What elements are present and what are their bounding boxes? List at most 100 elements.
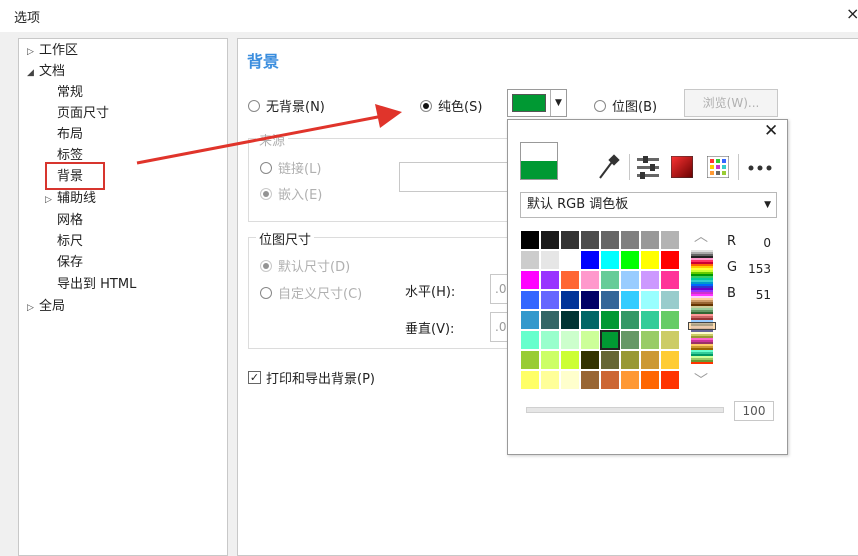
tree-item[interactable]: ▷ 全局 bbox=[27, 299, 65, 316]
color-swatch[interactable] bbox=[540, 310, 560, 330]
color-swatch[interactable] bbox=[560, 350, 580, 370]
g-value[interactable]: 153 bbox=[741, 262, 771, 276]
color-swatch[interactable] bbox=[640, 270, 660, 290]
color-swatch[interactable] bbox=[660, 250, 680, 270]
expand-arrow-icon[interactable]: ▷ bbox=[27, 44, 39, 60]
color-swatch[interactable] bbox=[620, 230, 640, 250]
color-swatch[interactable] bbox=[640, 350, 660, 370]
palette-grid-icon[interactable] bbox=[707, 156, 729, 178]
eyedropper-icon[interactable] bbox=[596, 154, 620, 180]
color-swatch[interactable] bbox=[560, 290, 580, 310]
tree-item[interactable]: 保存 bbox=[57, 255, 83, 271]
color-swatch[interactable] bbox=[600, 370, 620, 390]
color-swatch[interactable] bbox=[600, 270, 620, 290]
radio-default-size[interactable]: 默认尺寸(D) bbox=[260, 256, 350, 275]
color-swatch[interactable] bbox=[620, 350, 640, 370]
color-swatch[interactable] bbox=[540, 370, 560, 390]
color-swatch[interactable] bbox=[600, 250, 620, 270]
tree-item[interactable]: 网格 bbox=[57, 213, 83, 229]
color-swatch[interactable] bbox=[640, 310, 660, 330]
close-icon[interactable]: × bbox=[846, 4, 858, 23]
palette-select[interactable]: 默认 RGB 调色板 ▼ bbox=[520, 192, 777, 218]
color-swatch[interactable] bbox=[580, 230, 600, 250]
color-dropdown-button[interactable]: ▼ bbox=[507, 89, 567, 117]
opacity-slider[interactable] bbox=[526, 407, 724, 413]
color-swatch[interactable] bbox=[540, 230, 560, 250]
color-swatch[interactable] bbox=[540, 250, 560, 270]
color-swatch[interactable] bbox=[520, 250, 540, 270]
scroll-down-icon[interactable]: ﹀ bbox=[694, 370, 708, 390]
color-swatch[interactable] bbox=[520, 270, 540, 290]
color-swatch[interactable] bbox=[600, 350, 620, 370]
color-swatch[interactable] bbox=[620, 290, 640, 310]
color-swatch[interactable] bbox=[560, 310, 580, 330]
color-swatch[interactable] bbox=[620, 330, 640, 350]
radio-embed[interactable]: 嵌入(E) bbox=[260, 184, 322, 203]
color-swatch[interactable] bbox=[600, 310, 620, 330]
tree-item[interactable]: ▷ 辅助线 bbox=[45, 191, 96, 208]
hue-spectrum-slider[interactable] bbox=[688, 248, 716, 364]
tree-item[interactable]: ◢ 文档 bbox=[27, 64, 65, 81]
tree-item[interactable]: 页面尺寸 bbox=[57, 106, 109, 122]
color-swatch[interactable] bbox=[660, 270, 680, 290]
source-path-field[interactable] bbox=[399, 162, 509, 192]
color-swatch[interactable] bbox=[660, 330, 680, 350]
expand-arrow-icon[interactable]: ▷ bbox=[27, 300, 39, 316]
color-swatch[interactable] bbox=[620, 270, 640, 290]
color-swatch[interactable] bbox=[520, 350, 540, 370]
color-swatch[interactable] bbox=[520, 370, 540, 390]
color-swatch[interactable] bbox=[520, 230, 540, 250]
tree-item[interactable]: 常规 bbox=[57, 85, 83, 101]
color-swatch[interactable] bbox=[620, 310, 640, 330]
color-swatch[interactable] bbox=[640, 370, 660, 390]
spectrum-thumb[interactable] bbox=[688, 322, 716, 330]
color-swatch[interactable] bbox=[560, 330, 580, 350]
color-swatch[interactable] bbox=[580, 290, 600, 310]
color-swatch[interactable] bbox=[540, 330, 560, 350]
color-swatch[interactable] bbox=[620, 250, 640, 270]
color-swatch[interactable] bbox=[640, 330, 660, 350]
expand-arrow-icon[interactable]: ◢ bbox=[27, 65, 39, 81]
radio-link[interactable]: 链接(L) bbox=[260, 158, 321, 177]
r-value[interactable]: 0 bbox=[741, 236, 771, 250]
color-swatch[interactable] bbox=[640, 290, 660, 310]
b-value[interactable]: 51 bbox=[741, 288, 771, 302]
tree-item[interactable]: ▷ 工作区 bbox=[27, 43, 78, 60]
color-swatch[interactable] bbox=[540, 290, 560, 310]
scroll-up-icon[interactable]: ︿ bbox=[694, 226, 708, 246]
more-icon[interactable] bbox=[748, 164, 772, 172]
color-swatch[interactable] bbox=[640, 250, 660, 270]
color-swatch[interactable] bbox=[660, 230, 680, 250]
color-swatch[interactable] bbox=[580, 270, 600, 290]
tree-item[interactable]: 布局 bbox=[57, 127, 83, 143]
color-swatch[interactable] bbox=[600, 290, 620, 310]
color-model-icon[interactable] bbox=[671, 156, 693, 178]
color-swatch[interactable] bbox=[580, 250, 600, 270]
opacity-value[interactable]: 100 bbox=[734, 401, 774, 421]
color-swatch[interactable] bbox=[560, 370, 580, 390]
color-swatch[interactable] bbox=[640, 230, 660, 250]
color-swatch[interactable] bbox=[580, 370, 600, 390]
tree-item[interactable]: 导出到 HTML bbox=[57, 277, 136, 293]
color-swatch[interactable] bbox=[540, 350, 560, 370]
radio-bitmap[interactable]: 位图(B) bbox=[594, 96, 657, 115]
color-swatch[interactable] bbox=[660, 350, 680, 370]
color-swatch[interactable] bbox=[520, 290, 540, 310]
color-swatch[interactable] bbox=[660, 370, 680, 390]
radio-no-background[interactable]: 无背景(N) bbox=[248, 96, 325, 115]
color-swatch[interactable] bbox=[580, 330, 600, 350]
browse-button[interactable]: 浏览(W)... bbox=[684, 89, 778, 117]
expand-arrow-icon[interactable]: ▷ bbox=[45, 192, 57, 208]
color-swatch[interactable] bbox=[540, 270, 560, 290]
color-swatch[interactable] bbox=[660, 310, 680, 330]
tree-item[interactable]: 标尺 bbox=[57, 234, 83, 250]
color-swatch[interactable] bbox=[660, 290, 680, 310]
close-icon[interactable]: ✕ bbox=[764, 121, 778, 141]
color-swatch[interactable] bbox=[520, 330, 540, 350]
radio-custom-size[interactable]: 自定义尺寸(C) bbox=[260, 283, 362, 302]
color-swatch[interactable] bbox=[560, 250, 580, 270]
color-swatch[interactable] bbox=[560, 230, 580, 250]
color-swatch[interactable] bbox=[599, 329, 621, 351]
color-swatch[interactable] bbox=[600, 230, 620, 250]
color-swatch[interactable] bbox=[520, 310, 540, 330]
